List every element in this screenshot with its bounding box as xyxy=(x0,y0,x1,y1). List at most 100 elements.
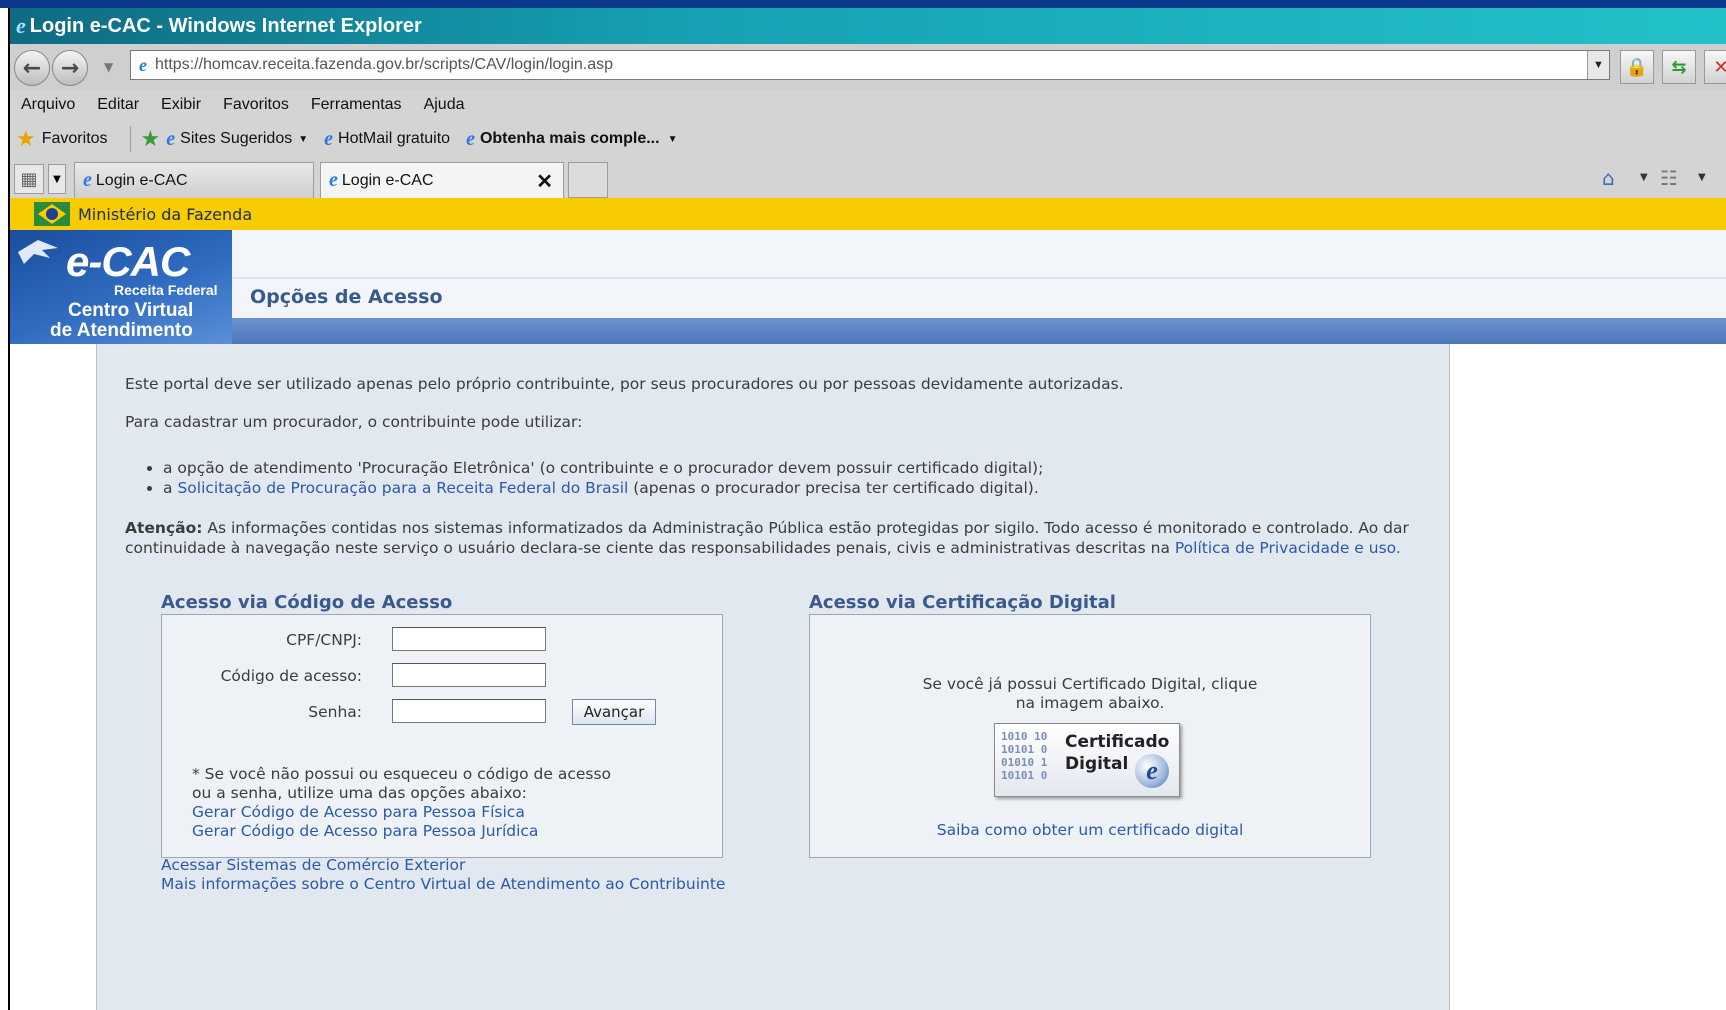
back-arrow-icon: ← xyxy=(22,55,42,81)
bullet-suffix: (apenas o procurador precisa ter certifi… xyxy=(633,479,1039,497)
access-code-input[interactable] xyxy=(392,663,546,687)
tab-bar: ▦ ▼ e Login e-CAC e Login e-CAC ✕ ⌂ ▼ ☷ … xyxy=(10,158,1726,198)
address-bar: ← → ▼ e https://homcav.receita.fazenda.g… xyxy=(10,44,1726,90)
ie-icon: e xyxy=(466,127,475,150)
page-header: e-CAC Receita Federal Centro Virtual de … xyxy=(10,230,1726,344)
chevron-down-icon: ▼ xyxy=(667,133,678,145)
cert-access-title: Acesso via Certificação Digital xyxy=(809,592,1116,613)
procurador-options-list: a opção de atendimento 'Procuração Eletr… xyxy=(163,458,1043,498)
government-bar: Ministério da Fazenda xyxy=(10,198,1726,230)
more-addons-link[interactable]: e Obtenha mais comple... ▼ xyxy=(466,128,677,151)
window-titlebar[interactable]: e Login e-CAC - Windows Internet Explore… xyxy=(10,8,1726,44)
menu-bar: Arquivo Editar Exibir Favoritos Ferramen… xyxy=(10,90,1726,120)
tab-login-ecac-1[interactable]: e Login e-CAC xyxy=(74,162,314,198)
help-line2: ou a senha, utilize uma das opções abaix… xyxy=(192,784,527,802)
cert-instructions: Se você já possui Certificado Digital, c… xyxy=(810,675,1370,713)
code-access-panel: CPF/CNPJ: Código de acesso: Senha: Avanç… xyxy=(161,614,723,858)
obtain-certificate-link[interactable]: Saiba como obter um certificado digital xyxy=(937,821,1244,839)
cert-e-logo-icon: e xyxy=(1135,754,1169,788)
close-tab-icon[interactable]: ✕ xyxy=(536,169,553,194)
cert-text2: na imagem abaixo. xyxy=(1015,694,1165,712)
back-button[interactable]: ← xyxy=(14,50,50,86)
logo-line2: de Atendimento xyxy=(50,320,193,341)
bullet-prefix: a xyxy=(163,479,173,497)
hotmail-label: HotMail gratuito xyxy=(338,130,451,147)
header-blue-band xyxy=(10,318,1726,344)
footer-links: Acessar Sistemas de Comércio Exterior Ma… xyxy=(161,856,725,894)
header-divider xyxy=(10,277,1726,279)
forward-button[interactable]: → xyxy=(52,50,88,86)
hotmail-link[interactable]: e HotMail gratuito xyxy=(324,128,450,151)
help-line1: * Se você não possui ou esqueceu o códig… xyxy=(192,765,612,783)
ie-icon: e xyxy=(166,127,176,150)
menu-arquivo[interactable]: Arquivo xyxy=(10,96,86,114)
generate-code-pf-link[interactable]: Gerar Código de Acesso para Pessoa Físic… xyxy=(192,803,525,821)
forward-arrow-icon: → xyxy=(60,55,80,81)
security-lock-icon[interactable]: 🔒 xyxy=(1620,50,1654,84)
url-text: https://homcav.receita.fazenda.gov.br/sc… xyxy=(155,56,614,73)
sites-sugeridos-button[interactable]: e Sites Sugeridos ▼ xyxy=(166,128,308,151)
home-icon[interactable]: ⌂ xyxy=(1602,166,1615,190)
receita-bird-icon xyxy=(18,240,58,264)
page-icon: e xyxy=(139,54,147,75)
tab-login-ecac-2[interactable]: e Login e-CAC ✕ xyxy=(320,162,564,198)
logo-receita-text: Receita Federal xyxy=(114,282,218,298)
solicitacao-procuracao-link[interactable]: Solicitação de Procuração para a Receita… xyxy=(177,479,628,497)
new-tab-button[interactable] xyxy=(568,162,608,198)
privacy-policy-link[interactable]: Política de Privacidade e uso. xyxy=(1175,539,1401,557)
ie-icon: e xyxy=(324,127,334,150)
add-favorite-icon[interactable]: ★ xyxy=(141,126,161,152)
cpf-input[interactable] xyxy=(392,627,546,651)
favorites-button[interactable]: ★ Favoritos xyxy=(16,126,108,152)
password-input[interactable] xyxy=(392,699,546,723)
page-title: Opções de Acesso xyxy=(250,286,443,308)
url-dropdown-icon[interactable]: ▼ xyxy=(1587,51,1609,79)
ie-icon: e xyxy=(329,169,338,191)
binary-pattern-icon: 1010 10 10101 0 01010 1 10101 0 xyxy=(1001,730,1048,782)
cert-img-line1: Certificado xyxy=(1065,732,1170,752)
menu-ajuda[interactable]: Ajuda xyxy=(413,96,476,114)
sites-sugeridos-label: Sites Sugeridos xyxy=(180,130,293,147)
url-field[interactable]: e https://homcav.receita.fazenda.gov.br/… xyxy=(130,50,1610,80)
tab-label: Login e-CAC xyxy=(341,171,434,189)
more-info-link[interactable]: Mais informações sobre o Centro Virtual … xyxy=(161,875,725,893)
tab-list-dropdown-icon[interactable]: ▼ xyxy=(48,164,66,194)
code-help-text: * Se você não possui ou esqueceu o códig… xyxy=(192,765,611,841)
feeds-icon[interactable]: ☷ xyxy=(1660,166,1678,190)
access-code-label: Código de acesso: xyxy=(220,667,362,685)
favorites-label: Favoritos xyxy=(41,130,108,147)
separator xyxy=(129,126,131,152)
avancar-button[interactable]: Avançar xyxy=(572,699,656,725)
digital-certificate-button[interactable]: 1010 10 10101 0 01010 1 10101 0 Certificado… xyxy=(994,723,1180,797)
cert-text1: Se você já possui Certificado Digital, c… xyxy=(922,675,1258,693)
cpf-label: CPF/CNPJ: xyxy=(286,631,362,649)
ministry-name[interactable]: Ministério da Fazenda xyxy=(78,205,252,224)
cert-access-panel: Se você já possui Certificado Digital, c… xyxy=(809,614,1371,858)
home-dropdown-icon[interactable]: ▼ xyxy=(1640,172,1648,183)
ecac-logo[interactable]: e-CAC Receita Federal Centro Virtual de … xyxy=(10,230,232,344)
ie-icon: e xyxy=(83,169,92,191)
refresh-icon[interactable]: ⇆ xyxy=(1662,50,1696,84)
brazil-flag-icon xyxy=(34,202,70,226)
intro-text: Este portal deve ser utilizado apenas pe… xyxy=(125,375,1124,393)
stop-icon[interactable]: ✕ xyxy=(1704,50,1726,84)
menu-exibir[interactable]: Exibir xyxy=(150,96,212,114)
comex-systems-link[interactable]: Acessar Sistemas de Comércio Exterior xyxy=(161,856,465,874)
attention-notice: Atenção: As informações contidas nos sis… xyxy=(125,518,1415,558)
window-left-edge xyxy=(0,8,10,1010)
menu-ferramentas[interactable]: Ferramentas xyxy=(300,96,413,114)
password-label: Senha: xyxy=(308,703,362,721)
cert-link-wrap: Saiba como obter um certificado digital xyxy=(810,821,1370,839)
cert-img-line2: Digital xyxy=(1065,754,1129,774)
procurador-intro: Para cadastrar um procurador, o contribu… xyxy=(125,413,583,431)
code-access-title: Acesso via Código de Acesso xyxy=(161,592,453,613)
list-item: a opção de atendimento 'Procuração Eletr… xyxy=(163,458,1043,478)
history-dropdown-icon[interactable]: ▼ xyxy=(104,60,113,74)
menu-favoritos[interactable]: Favoritos xyxy=(212,96,300,114)
feeds-dropdown-icon[interactable]: ▼ xyxy=(1698,172,1706,183)
menu-editar[interactable]: Editar xyxy=(86,96,150,114)
generate-code-pj-link[interactable]: Gerar Código de Acesso para Pessoa Juríd… xyxy=(192,822,538,840)
ie-logo-icon: e xyxy=(16,13,26,38)
quick-tabs-icon[interactable]: ▦ xyxy=(14,164,44,194)
main-content: Este portal deve ser utilizado apenas pe… xyxy=(96,344,1450,1010)
